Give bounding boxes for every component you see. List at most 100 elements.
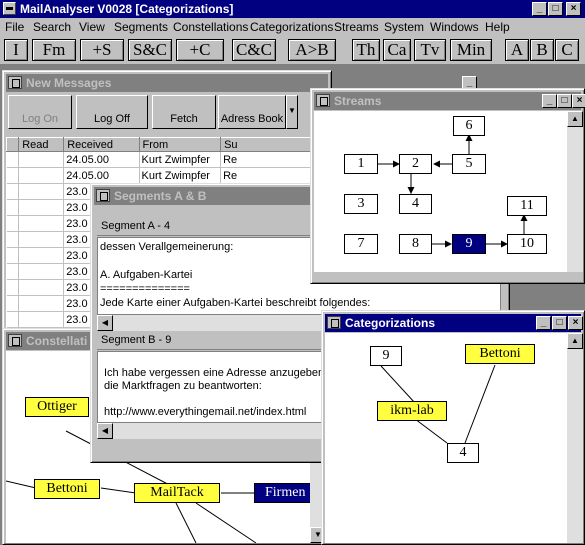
table-cell: [18, 151, 65, 168]
minimize-icon[interactable]: _: [542, 94, 557, 108]
window-menu-icon[interactable]: [8, 76, 22, 89]
segment-b-line: Ich habe vergessen eine Adresse anzugebe…: [104, 367, 328, 379]
scroll-left-icon[interactable]: ◀: [97, 423, 113, 439]
column-header-read[interactable]: Read: [18, 137, 65, 152]
tool-c-and-c-button[interactable]: C&C: [232, 39, 276, 61]
constellation-node-mailtack[interactable]: MailTack: [134, 483, 220, 503]
tool-b-button[interactable]: B: [530, 39, 554, 61]
table-cell: [6, 231, 20, 248]
categorization-node-9[interactable]: 9: [370, 346, 402, 366]
maximize-icon[interactable]: □: [552, 316, 567, 330]
toolbar: I Fm +S S&C +C C&C A>B Th Ca Tv Min A B …: [0, 37, 585, 65]
tool-fm-button[interactable]: Fm: [32, 39, 76, 61]
segment-a-line: Jede Karte einer Aufgaben-Kartei beschre…: [100, 297, 371, 309]
tool-tv-button[interactable]: Tv: [414, 39, 446, 61]
tool-s-and-c-button[interactable]: S&C: [128, 39, 172, 61]
categorizations-vertical-scrollbar[interactable]: ▲: [567, 333, 583, 543]
column-header-blank[interactable]: [6, 137, 20, 152]
column-header-from[interactable]: From: [138, 137, 222, 152]
table-cell: 24.05.00: [63, 167, 140, 184]
stream-node-6[interactable]: 6: [453, 116, 485, 136]
edge-mailtack-down-2: [195, 502, 257, 543]
app-window: MailAnalyser V0028 [Categorizations] _ □…: [0, 0, 585, 545]
edge-mailtack-down-1: [175, 502, 197, 543]
categorization-node-4[interactable]: 4: [447, 443, 479, 463]
maximize-icon[interactable]: □: [557, 94, 572, 108]
streams-title-bar[interactable]: Streams _ □ ×: [314, 92, 585, 110]
adress-book-button[interactable]: Adress Book: [218, 95, 286, 129]
streams-canvas: 1 2 3 4 5 6 7 8 9 10 11: [314, 111, 567, 272]
table-row[interactable]: 24.05.00 Kurt Zwimpfer Re: [6, 167, 330, 184]
new-messages-title-bar[interactable]: New Messages _: [6, 74, 477, 92]
window-menu-icon[interactable]: [8, 334, 22, 347]
stream-node-10[interactable]: 10: [507, 234, 547, 254]
minimize-icon[interactable]: _: [536, 316, 551, 330]
stream-node-8[interactable]: 8: [399, 234, 432, 254]
categorization-node-ikm-lab[interactable]: ikm-lab: [377, 401, 447, 421]
scroll-up-icon[interactable]: ▲: [567, 111, 583, 127]
message-toolbar: Log On Log Off Fetch Adress Book ▼: [6, 93, 330, 133]
stream-node-3[interactable]: 3: [344, 194, 378, 214]
tool-ca-button[interactable]: Ca: [383, 39, 411, 61]
tool-i-button[interactable]: I: [4, 39, 28, 61]
stream-node-9[interactable]: 9: [452, 234, 486, 254]
stream-node-5[interactable]: 5: [452, 154, 486, 174]
close-icon[interactable]: ×: [568, 316, 583, 330]
menu-system[interactable]: System: [384, 20, 424, 34]
close-icon[interactable]: ×: [566, 2, 581, 16]
menu-windows[interactable]: Windows: [430, 20, 479, 34]
table-row[interactable]: 24.05.00 Kurt Zwimpfer Re: [6, 151, 330, 168]
menu-view[interactable]: View: [79, 20, 105, 34]
categorization-node-bettoni[interactable]: Bettoni: [465, 344, 535, 364]
close-icon[interactable]: ×: [572, 94, 585, 108]
tool-a-button[interactable]: A: [505, 39, 529, 61]
table-cell: [18, 199, 65, 216]
menu-file[interactable]: File: [5, 20, 24, 34]
fetch-button[interactable]: Fetch: [152, 95, 216, 129]
system-menu-icon[interactable]: [3, 2, 16, 15]
menu-segments[interactable]: Segments: [114, 20, 168, 34]
dropdown-arrow-icon[interactable]: ▼: [286, 95, 298, 129]
menu-help[interactable]: Help: [485, 20, 510, 34]
constellation-node-firmen[interactable]: Firmen: [254, 483, 310, 503]
scroll-left-icon[interactable]: ◀: [97, 315, 113, 331]
table-cell: [18, 247, 65, 264]
constellation-node-bettoni[interactable]: Bettoni: [34, 479, 100, 499]
menu-streams[interactable]: Streams: [334, 20, 379, 34]
table-cell: [18, 183, 65, 200]
constellation-node-ottiger[interactable]: Ottiger: [25, 397, 89, 417]
column-header-received[interactable]: Received: [63, 137, 140, 152]
tool-add-constellation-button[interactable]: +C: [176, 39, 224, 61]
minimize-icon[interactable]: _: [532, 2, 547, 16]
window-menu-icon[interactable]: [316, 94, 330, 107]
tool-add-segment-button[interactable]: +S: [80, 39, 124, 61]
window-menu-icon[interactable]: [327, 316, 341, 329]
stream-node-1[interactable]: 1: [344, 154, 378, 174]
stream-node-4[interactable]: 4: [399, 194, 432, 214]
tool-c-button[interactable]: C: [555, 39, 579, 61]
categorizations-title: Categorizations: [345, 316, 436, 330]
maximize-icon[interactable]: □: [548, 2, 563, 16]
menu-search[interactable]: Search: [33, 20, 71, 34]
stream-node-2[interactable]: 2: [399, 154, 432, 174]
stream-node-7[interactable]: 7: [344, 234, 378, 254]
edge-bettoni-mailtack: [100, 487, 137, 494]
menu-constellations[interactable]: Constellations: [173, 20, 248, 34]
stream-node-11[interactable]: 11: [507, 196, 547, 216]
table-cell: Kurt Zwimpfer: [139, 167, 222, 184]
menu-categorizations[interactable]: Categorizations: [250, 20, 333, 34]
log-off-button[interactable]: Log Off: [76, 95, 148, 129]
tool-a-to-b-button[interactable]: A>B: [288, 39, 336, 61]
categorizations-window: Categorizations _ □ × 9 Bettoni ikm-lab …: [321, 310, 585, 545]
categorization-edges: [380, 364, 496, 444]
log-on-button[interactable]: Log On: [8, 95, 72, 129]
table-cell: [6, 279, 20, 296]
window-menu-icon[interactable]: [96, 189, 110, 202]
categorizations-title-bar[interactable]: Categorizations _ □ ×: [325, 314, 583, 332]
streams-vertical-scrollbar[interactable]: ▲: [567, 111, 583, 272]
edge-left-bettoni: [6, 480, 37, 489]
scroll-up-icon[interactable]: ▲: [567, 333, 583, 349]
tool-min-button[interactable]: Min: [450, 39, 492, 61]
tool-th-button[interactable]: Th: [352, 39, 380, 61]
table-cell: [18, 167, 65, 184]
